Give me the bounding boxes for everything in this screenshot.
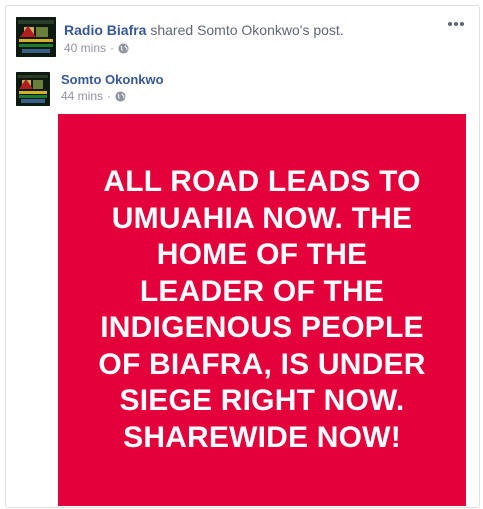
original-timestamp-link[interactable]: 44 mins — [61, 89, 103, 103]
globe-icon[interactable] — [115, 90, 126, 102]
radio-biafra-avatar[interactable] — [16, 17, 56, 57]
author-name-link[interactable]: Somto Okonkwo — [61, 72, 164, 87]
globe-icon[interactable] — [118, 42, 129, 54]
post-image-text: ALL ROAD LEADS TO UMUAHIA NOW. THE HOME … — [98, 165, 426, 454]
page-name-link[interactable]: Radio Biafra — [64, 22, 146, 38]
shared-post-card: Radio Biafra shared Somto Okonkwo's post… — [5, 5, 480, 508]
shared-target-link[interactable]: Somto Okonkwo's post. — [197, 22, 344, 38]
original-meta: 44 mins · — [61, 89, 126, 103]
meta-separator: · — [110, 41, 115, 55]
avatar-image — [16, 72, 50, 106]
share-header: Radio Biafra shared Somto Okonkwo's post… — [64, 21, 344, 39]
share-meta: 40 mins · — [64, 41, 129, 55]
post-image[interactable]: ALL ROAD LEADS TO UMUAHIA NOW. THE HOME … — [58, 114, 466, 506]
meta-separator: · — [107, 89, 112, 103]
somto-okonkwo-avatar[interactable] — [16, 72, 50, 106]
more-options-icon[interactable] — [445, 16, 467, 32]
shared-action-text: shared — [150, 22, 194, 38]
avatar-image — [16, 17, 56, 57]
original-post-header: Somto Okonkwo — [61, 72, 164, 88]
share-timestamp-link[interactable]: 40 mins — [64, 41, 106, 55]
